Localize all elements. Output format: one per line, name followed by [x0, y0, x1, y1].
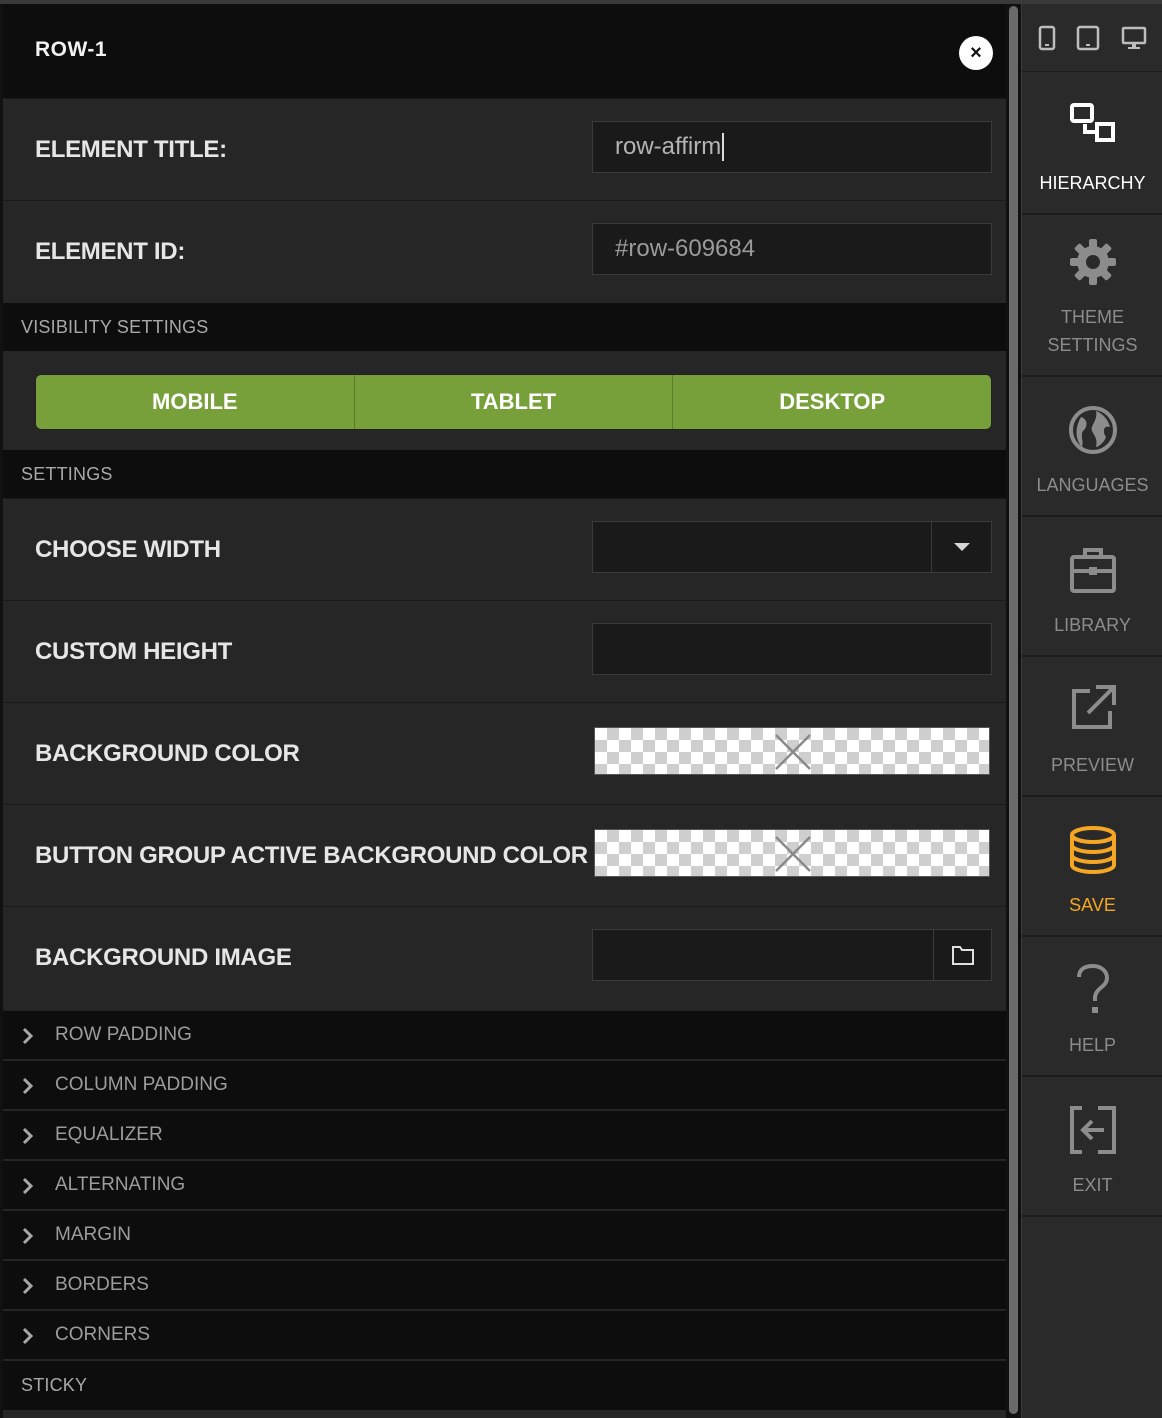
scrollbar-thumb[interactable] [1009, 6, 1018, 1414]
chevron-right-icon [22, 1227, 34, 1245]
accordion-equalizer[interactable]: EQUALIZER [3, 1110, 1006, 1159]
tablet-device-icon[interactable] [1076, 25, 1100, 51]
background-image-row: BACKGROUND IMAGE [3, 906, 1006, 1008]
panel-scrollbar[interactable] [1007, 4, 1019, 1418]
element-title-value: row-affirm [615, 133, 722, 160]
button-group-active-bg-label: BUTTON GROUP ACTIVE BACKGROUND COLOR [35, 841, 588, 869]
button-group-active-bg-row: BUTTON GROUP ACTIVE BACKGROUND COLOR [3, 804, 1006, 906]
background-color-picker[interactable] [594, 727, 990, 775]
hierarchy-icon [1069, 103, 1115, 142]
external-link-icon [1071, 685, 1116, 729]
sidebar-item-label: LANGUAGES [1036, 475, 1149, 495]
sticky-header: STICKY [3, 1360, 1006, 1410]
element-id-input[interactable]: #row-609684 [592, 223, 992, 275]
background-color-label: BACKGROUND COLOR [35, 739, 300, 767]
sidebar-item-label: LIBRARY [1054, 615, 1131, 635]
custom-height-row: CUSTOM HEIGHT [3, 600, 1006, 702]
panel-title: ROW-1 [35, 38, 108, 61]
sidebar-item-library[interactable]: LIBRARY [1022, 517, 1162, 657]
accordion-alternating[interactable]: ALTERNATING [3, 1160, 1006, 1209]
sidebar-item-theme-settings[interactable]: THEME SETTINGS [1022, 215, 1162, 377]
chevron-right-icon [22, 1027, 34, 1045]
mobile-device-icon[interactable] [1038, 25, 1056, 51]
chevron-right-icon [22, 1277, 34, 1295]
background-image-label: BACKGROUND IMAGE [35, 943, 292, 971]
choose-width-label: CHOOSE WIDTH [35, 535, 221, 563]
visibility-button-group: MOBILE TABLET DESKTOP [35, 374, 992, 430]
background-image-input[interactable] [592, 929, 992, 981]
background-color-row: BACKGROUND COLOR [3, 702, 1006, 804]
no-color-x-icon [775, 734, 811, 770]
text-caret [722, 133, 725, 161]
database-icon [1069, 826, 1116, 875]
sidebar-item-label-line2: SETTINGS [1047, 335, 1138, 355]
gear-icon [1069, 239, 1116, 285]
accordion-column-padding[interactable]: COLUMN PADDING [3, 1060, 1006, 1109]
panel-header: ROW-1 × [3, 4, 1006, 98]
accordion-row-padding[interactable]: ROW PADDING [3, 1010, 1006, 1059]
accordion-label: ALTERNATING [55, 1174, 186, 1195]
accordion-corners[interactable]: CORNERS [3, 1310, 1006, 1359]
element-settings-panel: ROW-1 × ELEMENT TITLE: row-affirm ELEMEN… [3, 4, 1006, 1418]
element-id-row: ELEMENT ID: #row-609684 [3, 200, 1006, 302]
accordion-label: COLUMN PADDING [55, 1074, 228, 1095]
sidebar-item-label: PREVIEW [1050, 755, 1134, 775]
chevron-right-icon [22, 1327, 34, 1345]
sidebar-item-preview[interactable]: PREVIEW [1022, 657, 1162, 797]
sidebar-item-label: HELP [1068, 1035, 1117, 1055]
right-sidebar: HIERARCHY THEME SETTINGS LANGUAGES LIBRA… [1021, 4, 1162, 1418]
folder-icon[interactable] [933, 930, 991, 980]
accordion-label: EQUALIZER [55, 1124, 163, 1145]
accordion-label: BORDERS [55, 1274, 149, 1295]
exit-icon [1069, 1106, 1116, 1154]
chevron-right-icon [22, 1177, 34, 1195]
sidebar-item-exit[interactable]: EXIT [1022, 1077, 1162, 1217]
globe-icon [1068, 406, 1117, 454]
button-group-active-bg-picker[interactable] [594, 829, 990, 877]
element-title-label: ELEMENT TITLE: [35, 135, 227, 163]
element-title-row: ELEMENT TITLE: row-affirm [3, 98, 1006, 200]
accordion-label: ROW PADDING [55, 1024, 192, 1045]
sidebar-item-label-line1: THEME [1061, 307, 1124, 327]
choose-width-select[interactable] [592, 521, 992, 573]
sidebar-item-label: HIERARCHY [1039, 173, 1146, 193]
close-button[interactable]: × [959, 36, 993, 70]
briefcase-icon [1069, 548, 1116, 593]
desktop-device-icon[interactable] [1121, 25, 1147, 51]
accordion-label: CORNERS [55, 1324, 151, 1345]
settings-header: SETTINGS [3, 450, 1006, 498]
visibility-settings-header: VISIBILITY SETTINGS [3, 303, 1006, 351]
sidebar-item-save[interactable]: SAVE [1022, 797, 1162, 937]
sidebar-item-hierarchy[interactable]: HIERARCHY [1022, 72, 1162, 215]
element-id-value: #row-609684 [615, 235, 756, 262]
visibility-tablet-button[interactable]: TABLET [354, 375, 674, 429]
device-switcher [1022, 4, 1162, 72]
element-id-label: ELEMENT ID: [35, 237, 186, 265]
custom-height-input[interactable] [592, 623, 992, 675]
accordion-margin[interactable]: MARGIN [3, 1210, 1006, 1259]
chevron-right-icon [22, 1077, 34, 1095]
custom-height-label: CUSTOM HEIGHT [35, 637, 232, 665]
visibility-desktop-button[interactable]: DESKTOP [673, 375, 991, 429]
chevron-right-icon [22, 1127, 34, 1145]
chevron-down-icon[interactable] [931, 522, 991, 572]
accordion-borders[interactable]: BORDERS [3, 1260, 1006, 1309]
sidebar-item-label: SAVE [1069, 895, 1116, 915]
sidebar-item-help[interactable]: HELP [1022, 937, 1162, 1077]
no-color-x-icon [775, 836, 811, 872]
visibility-mobile-button[interactable]: MOBILE [36, 375, 355, 429]
sidebar-item-languages[interactable]: LANGUAGES [1022, 377, 1162, 517]
choose-width-row: CHOOSE WIDTH [3, 498, 1006, 600]
sidebar-item-label: EXIT [1072, 1175, 1113, 1195]
question-icon [1076, 963, 1109, 1013]
accordion-label: MARGIN [55, 1224, 131, 1245]
element-title-input[interactable]: row-affirm [592, 121, 992, 173]
